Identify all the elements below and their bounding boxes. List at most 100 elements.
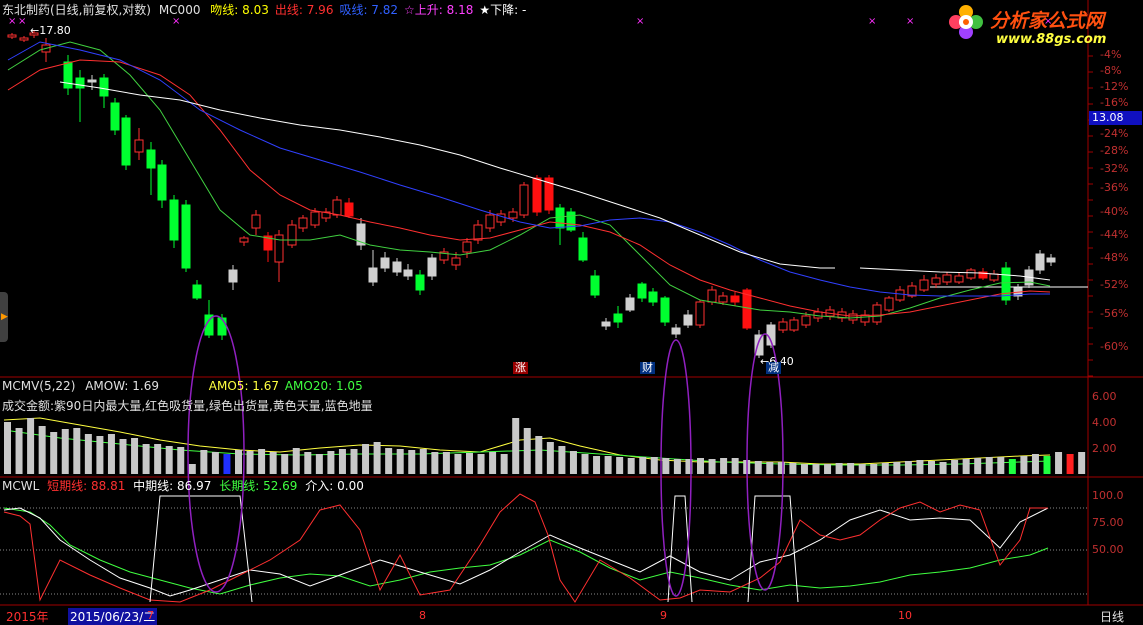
candle-body [555, 207, 565, 229]
candle-body [730, 295, 740, 303]
volume-bar [304, 452, 312, 474]
volume-bar [38, 426, 46, 474]
volume-bar [419, 449, 427, 474]
candle-body [157, 164, 167, 201]
event-marker-reduce[interactable]: 减 [766, 362, 781, 374]
candle-body [601, 321, 611, 327]
candle-body [801, 315, 811, 326]
candle-body [884, 297, 894, 311]
candle-body [942, 274, 952, 283]
mcwl-entry: 介入: 0.00 [305, 479, 364, 493]
volume-bar [211, 452, 219, 474]
candle-body [532, 177, 542, 213]
candle-body [707, 289, 717, 303]
volume-bar [258, 449, 266, 474]
volume-bar [223, 454, 231, 474]
main-y-label: -44% [1100, 228, 1129, 241]
volume-bar [997, 457, 1005, 474]
flower-icon [948, 4, 984, 40]
vol-amo5: AMO5: 1.67 [208, 379, 280, 393]
volume-bar [777, 462, 785, 474]
candle-body [110, 102, 120, 131]
vol-y-label: 6.00 [1092, 390, 1117, 403]
volume-bar [697, 458, 704, 474]
candle-body [298, 217, 308, 229]
volume-bar [824, 464, 832, 474]
mcwl-name: MCWL [2, 479, 40, 493]
signal-marker: × [906, 16, 914, 27]
mcwl-y-label: 50.00 [1092, 543, 1124, 556]
candle-body [181, 204, 191, 269]
mcwl-y-label: 100.0 [1092, 489, 1124, 502]
header-item-3: ☆上升: 8.18 [404, 3, 474, 17]
volume-bar [73, 428, 81, 474]
mcwl-y-label: 75.00 [1092, 516, 1124, 529]
candle-body [146, 149, 156, 169]
volume-bar [1078, 452, 1086, 474]
candle-body [954, 275, 964, 283]
osc-entry-signal-2 [667, 495, 693, 603]
main-y-label: -8% [1100, 64, 1122, 77]
logo: 分析家公式网 www.88gs.com [940, 0, 1143, 52]
main-y-label: -24% [1100, 127, 1129, 140]
stock-chart[interactable]: × × × × × × × [0, 0, 1143, 624]
time-axis-year: 2015年 [6, 610, 49, 624]
volume-bar [373, 442, 381, 474]
time-tick-sep: 9 [660, 609, 667, 622]
volume-bar [558, 446, 566, 474]
main-y-label: -32% [1100, 162, 1129, 175]
volume-bar [754, 461, 762, 474]
time-tick-aug: 8 [419, 609, 426, 622]
candle-body [87, 79, 97, 83]
volume-bar [177, 447, 185, 474]
header-item-0: 吻线: 8.03 [210, 3, 269, 17]
candle-body [485, 214, 495, 229]
side-panel-toggle[interactable]: ▶ [0, 292, 8, 342]
volume-bar [904, 461, 912, 474]
volume-bar [847, 463, 855, 474]
time-axis-cursor-date[interactable]: 2015/06/23/二 [68, 608, 158, 625]
volume-bar [396, 449, 404, 474]
main-y-label: -12% [1100, 80, 1129, 93]
volume-bar [4, 422, 11, 474]
candle-body [451, 257, 461, 266]
volume-bar [951, 460, 959, 474]
volume-bar [61, 429, 69, 474]
period-label[interactable]: 日线 [1100, 608, 1124, 625]
event-marker-finance[interactable]: 财 [640, 362, 655, 374]
candle-body [19, 37, 29, 41]
candle-body [392, 261, 402, 273]
candle-body [1046, 257, 1056, 263]
header-item-2: 吸线: 7.82 [339, 3, 399, 17]
volume-bar [489, 452, 497, 474]
volume-bar [858, 464, 866, 474]
candle-body [121, 117, 131, 166]
signal-marker: × [8, 16, 16, 27]
volume-bar [881, 463, 889, 474]
volume-bar [835, 463, 843, 474]
signal-marker: × [18, 16, 26, 27]
event-marker-rise[interactable]: 涨 [513, 362, 528, 374]
signal-marker: × [868, 16, 876, 27]
volume-bar [650, 457, 658, 474]
candle-body [671, 327, 681, 335]
candle-body [519, 184, 529, 216]
volume-bar [789, 463, 797, 474]
candle-body [872, 304, 882, 323]
candle-body [718, 295, 728, 303]
volume-bar [327, 451, 335, 474]
main-y-label: -40% [1100, 205, 1129, 218]
vol-amo20: AMO20: 1.05 [284, 379, 363, 393]
candle-body [251, 214, 261, 229]
candle-body [192, 284, 202, 299]
volume-bar [546, 442, 554, 474]
candle-body [1035, 253, 1045, 271]
candle-body [989, 273, 999, 281]
volume-bar [119, 439, 127, 474]
candle-body [919, 279, 929, 291]
volume-bar [165, 446, 173, 474]
volume-bar [616, 457, 624, 474]
mcwl-mid: 中期线: 86.97 [133, 479, 212, 493]
volume-bar [385, 448, 393, 474]
volume-bar [131, 438, 139, 474]
